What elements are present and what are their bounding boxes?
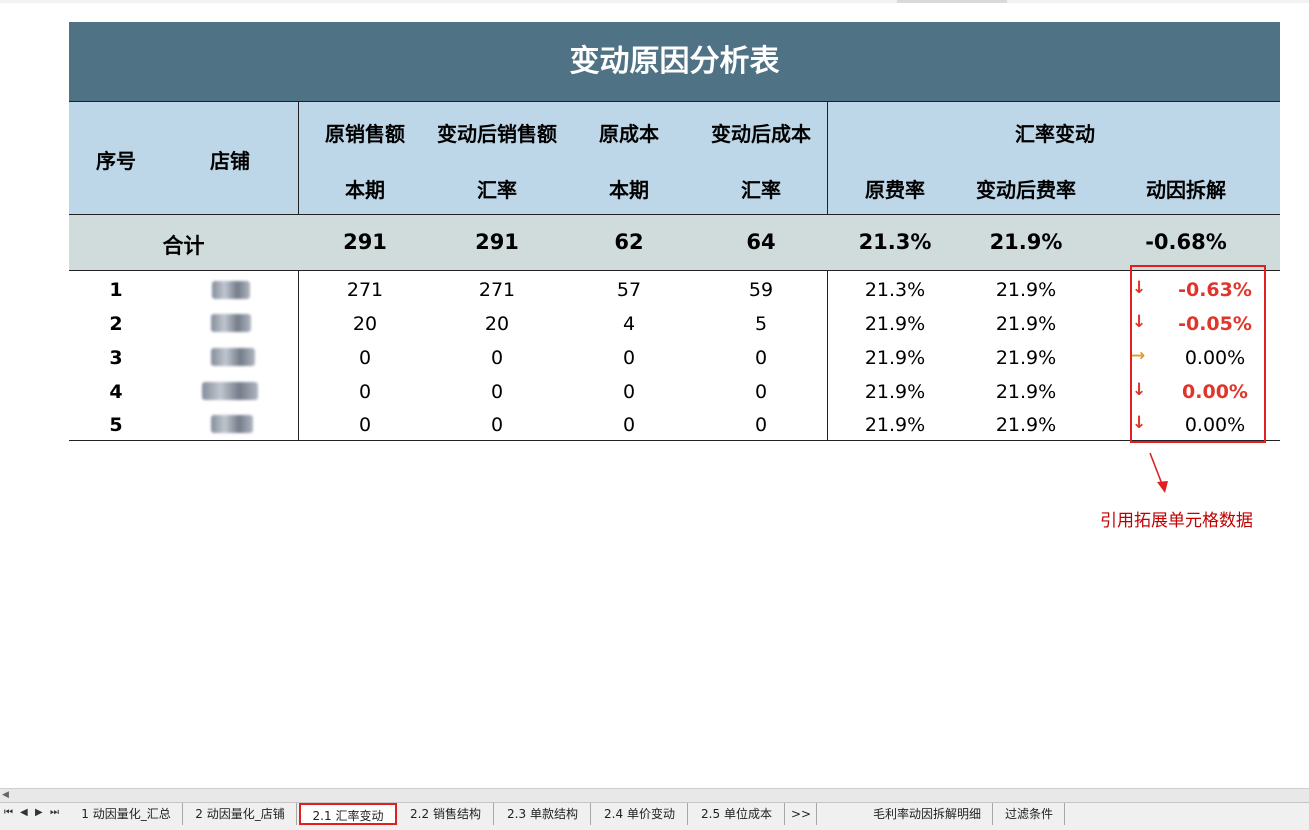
divider-left [298,101,299,215]
row-3-new-sales: 0 [490,347,504,369]
row-5-new-sales: 0 [490,414,504,436]
row-3-orig-cost: 0 [622,347,636,369]
tab-2-3-item-structure[interactable]: 2.3 单款结构 [495,803,591,825]
divider-right [827,101,828,215]
header-orig-sales: 原销售额 [325,122,405,146]
row-5-orig-sales: 0 [358,414,372,436]
tab-more[interactable]: >> [786,803,817,825]
tab-gross-margin-detail[interactable]: 毛利率动因拆解明细 [862,803,993,825]
header-new-sales-sub: 汇率 [477,178,517,202]
row-1-seq: 1 [109,279,123,301]
row-3-orig-rate: 21.9% [864,347,926,369]
row-5-orig-rate: 21.9% [864,414,926,436]
row-2-orig-cost: 4 [622,313,636,335]
row-1-orig-rate: 21.3% [864,279,926,301]
header-store: 店铺 [210,149,250,173]
row-1-orig-sales: 271 [346,279,384,301]
header-orig-rate: 原费率 [865,178,925,202]
row-4-orig-rate: 21.9% [864,381,926,403]
header-bottom-rule [69,214,1280,215]
header-orig-cost-sub: 本期 [609,178,649,202]
header-new-cost-sub: 汇率 [741,178,781,202]
row-5-orig-cost: 0 [622,414,636,436]
row-1-new-rate: 21.9% [995,279,1057,301]
tab-1-summary[interactable]: 1 动因量化_汇总 [70,803,183,825]
row-1-new-sales: 271 [478,279,516,301]
row-5-new-cost: 0 [754,414,768,436]
total-bottom-rule [69,270,1280,271]
divider-left-body [298,271,299,441]
tab-2-5-unit-cost[interactable]: 2.5 单位成本 [689,803,785,825]
table-title: 变动原因分析表 [69,22,1280,101]
tab-2-4-price-change[interactable]: 2.4 单价变动 [592,803,688,825]
row-5-seq: 5 [109,414,123,436]
row-2-new-cost: 5 [754,313,768,335]
header-new-sales: 变动后销售额 [437,122,557,146]
row-2-store-redacted [211,314,251,332]
header-seq: 序号 [96,149,136,173]
horizontal-scrollbar[interactable]: ◀ [0,788,1309,803]
row-3-orig-sales: 0 [358,347,372,369]
first-sheet-icon[interactable]: ⏮ [4,806,13,820]
header-new-cost: 变动后成本 [711,122,811,146]
callout-highlight-box [1130,265,1266,443]
row-4-store-redacted [202,382,258,400]
row-5-new-rate: 21.9% [995,414,1057,436]
row-1-store-redacted [212,281,250,299]
row-2-new-rate: 21.9% [995,313,1057,335]
row-4-orig-cost: 0 [622,381,636,403]
divider-right-body [827,271,828,441]
total-driver: -0.68% [1145,230,1227,254]
total-new-cost: 64 [746,230,776,254]
row-2-seq: 2 [109,313,123,335]
row-3-seq: 3 [109,347,123,369]
row-4-seq: 4 [109,381,123,403]
row-4-orig-sales: 0 [358,381,372,403]
total-orig-sales: 291 [343,230,387,254]
header-driver: 动因拆解 [1146,178,1226,202]
row-5-store-redacted [211,415,253,433]
scroll-left-icon[interactable]: ◀ [2,790,9,800]
row-3-new-rate: 21.9% [995,347,1057,369]
row-3-new-cost: 0 [754,347,768,369]
prev-sheet-icon[interactable]: ◀ [20,806,28,820]
tab-2-2-sales-structure[interactable]: 2.2 销售结构 [398,803,494,825]
row-4-new-cost: 0 [754,381,768,403]
row-1-new-cost: 59 [748,279,774,301]
total-new-sales: 291 [475,230,519,254]
callout-arrow-icon [1149,452,1168,493]
top-scroll-strip [0,0,1309,3]
total-new-rate: 21.9% [989,230,1063,254]
row-3-store-redacted [211,348,255,366]
tab-filter-conditions[interactable]: 过滤条件 [994,803,1065,825]
row-2-orig-sales: 20 [352,313,378,335]
row-2-new-sales: 20 [484,313,510,335]
total-label: 合计 [162,234,205,258]
tab-2-1-fx[interactable]: 2.1 汇率变动 [299,803,397,825]
last-sheet-icon[interactable]: ⏭ [50,806,59,820]
header-new-rate: 变动后费率 [976,178,1076,202]
callout-text: 引用拓展单元格数据 [1100,511,1253,531]
total-orig-rate: 21.3% [858,230,932,254]
header-orig-cost: 原成本 [599,122,659,146]
row-1-orig-cost: 57 [616,279,642,301]
total-orig-cost: 62 [614,230,644,254]
header-orig-sales-sub: 本期 [345,178,385,202]
row-4-new-rate: 21.9% [995,381,1057,403]
header-top-rule [69,101,1280,102]
table-bottom-rule [69,440,1280,441]
header-fx-group: 汇率变动 [1015,122,1095,146]
next-sheet-icon[interactable]: ▶ [35,806,43,820]
row-4-new-sales: 0 [490,381,504,403]
top-scroll-thumb[interactable] [897,0,1007,3]
tab-2-store[interactable]: 2 动因量化_店铺 [184,803,297,825]
row-2-orig-rate: 21.9% [864,313,926,335]
